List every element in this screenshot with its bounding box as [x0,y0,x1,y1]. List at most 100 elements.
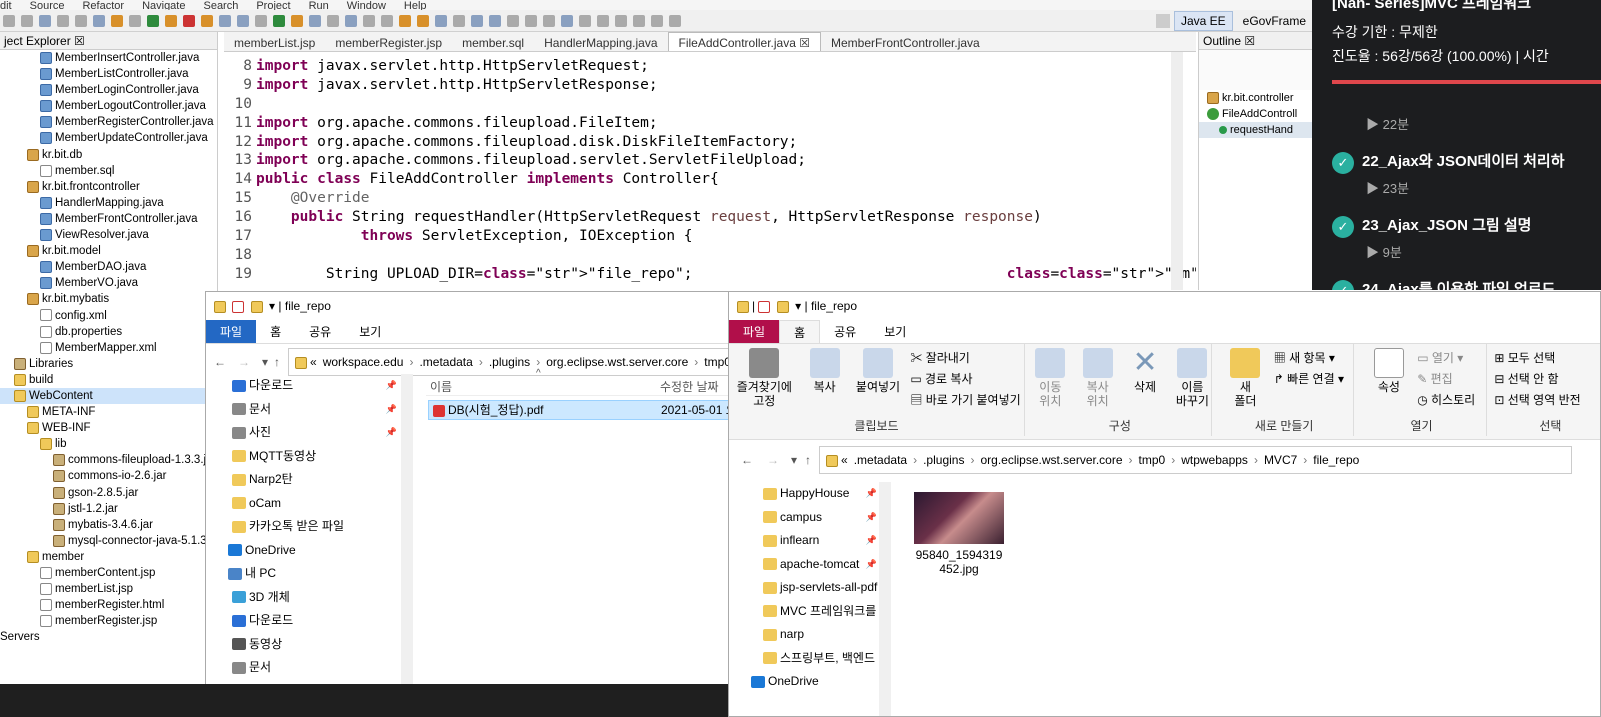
toolbar-button-icon[interactable] [453,15,465,27]
toolbar-button-icon[interactable] [561,15,573,27]
toolbar-button-icon[interactable] [39,15,51,27]
tree-item[interactable]: commons-fileupload-1.3.3.jar [0,452,217,468]
menu-item[interactable]: Refactor [82,1,124,11]
tree-item[interactable]: kr.bit.frontcontroller [0,179,217,195]
toolbar-button-icon[interactable] [435,15,447,27]
tree-item[interactable]: member [0,549,217,565]
tree-item[interactable]: Servers [0,629,217,645]
breadcrumb-item[interactable]: « [841,453,848,467]
paste-button[interactable]: 붙여넣기 [855,348,901,394]
breadcrumb-item[interactable]: org.eclipse.wst.server.core [546,355,688,369]
toolbar-button-icon[interactable] [399,15,411,27]
menu-item[interactable]: Project [256,1,290,11]
tree-item[interactable]: MemberRegisterController.java [0,114,217,130]
new-folder-button[interactable]: 새 폴더 [1226,348,1264,408]
address-bar[interactable]: « .metadata › .plugins › org.eclipse.wst.serv… [819,446,1572,474]
pin-icon[interactable]: 📌 [386,421,397,444]
nav-scrollbar[interactable] [401,374,413,690]
ribbon-tab-view[interactable]: 보기 [870,320,920,343]
menu-item[interactable]: Source [30,1,65,11]
toolbar-button-icon[interactable] [273,15,285,27]
toolbar-button-icon[interactable] [93,15,105,27]
code-line[interactable]: 10 [224,95,1196,114]
outline-item[interactable]: kr.bit.controller [1199,90,1312,106]
chevron-down-icon[interactable]: ▾ [791,453,797,467]
nav-item[interactable]: 동영상 [206,633,401,657]
up-icon[interactable]: ↑ [805,453,811,467]
grid-icon[interactable] [1155,14,1170,28]
ribbon-tab-home[interactable]: 홈 [256,320,295,343]
toolbar-button-icon[interactable] [489,15,501,27]
code-line[interactable]: 17 throws ServletException, IOException … [224,227,1196,246]
history-button[interactable]: ◷ 히스토리 [1413,390,1475,411]
toolbar-button-icon[interactable] [597,15,609,27]
nav-item[interactable]: oCam [206,492,401,516]
tree-item[interactable]: config.xml [0,308,217,324]
pin-icon[interactable]: 📌 [866,553,877,576]
toolbar-button-icon[interactable] [579,15,591,27]
cut-button[interactable]: ✂ 잘라내기 [906,348,1020,369]
outline-item[interactable]: FileAddControll [1199,106,1312,122]
code-line[interactable]: 19 String UPLOAD_DIR=class="str">"file_r… [224,265,1196,284]
nav-item[interactable]: HappyHouse 📌 [729,482,879,506]
nav-item[interactable]: MVC 프레임워크를 [729,600,879,624]
back-icon[interactable]: ← [741,453,753,467]
tree-item[interactable]: kr.bit.db [0,147,217,163]
tree-item[interactable]: memberList.jsp [0,581,217,597]
tree-item[interactable]: gson-2.8.5.jar [0,485,217,501]
dropdown-icon[interactable]: ▾ [269,299,275,313]
tree-item[interactable]: lib [0,436,217,452]
nav-item[interactable]: 문서 📌 [206,398,401,422]
code-line[interactable]: 18 [224,246,1196,265]
editor-scrollbar[interactable] [1171,52,1183,290]
pin-icon[interactable]: 📌 [386,398,397,421]
tree-item[interactable]: commons-io-2.6.jar [0,468,217,484]
toolbar-button-icon[interactable] [669,15,681,27]
nav-item[interactable]: 다운로드 📌 [206,374,401,398]
breadcrumb-item[interactable]: MVC7 [1264,453,1297,467]
nav-item[interactable]: 다운로드 [206,609,401,633]
address-bar[interactable]: « workspace.edu › .metadata › .plugins › org.ec… [288,348,734,376]
nav-item[interactable]: 문서 [206,656,401,680]
breadcrumb-item[interactable]: wtpwebapps [1181,453,1248,467]
nav-item[interactable]: OneDrive [729,670,879,694]
toolbar-button-icon[interactable] [129,15,141,27]
editor-tab[interactable]: FileAddController.java ☒ [667,32,821,51]
menu-item[interactable]: Run [309,1,329,11]
toolbar-button-icon[interactable] [237,15,249,27]
nav-item[interactable]: campus 📌 [729,506,879,530]
lecture-item[interactable]: ✓ 22_Ajax와 JSON데이터 처리하 [1332,150,1565,174]
tree-item[interactable]: memberContent.jsp [0,565,217,581]
tree-item[interactable]: ViewResolver.java [0,227,217,243]
code-line[interactable]: 16 public String requestHandler(HttpServ… [224,208,1196,227]
properties-button[interactable]: 속성 [1370,348,1408,394]
paste-shortcut-button[interactable]: ▤ 바로 가기 붙여넣기 [906,390,1020,411]
nav-item[interactable]: apache-tomcat 📌 [729,553,879,577]
tree-item[interactable]: META-INF [0,404,217,420]
toolbar-button-icon[interactable] [183,15,195,27]
tree-item[interactable]: MemberFrontController.java [0,211,217,227]
properties-icon[interactable] [758,300,771,313]
toolbar-button-icon[interactable] [309,15,321,27]
tree-item[interactable]: member.sql [0,163,217,179]
breadcrumb-item[interactable]: tmp0 [704,355,731,369]
back-icon[interactable]: ← [214,355,226,369]
perspective-java-ee[interactable]: Java EE [1173,11,1233,31]
breadcrumb-item[interactable]: file_repo [1313,453,1359,467]
pin-quick-access-button[interactable]: 즐겨찾기에 고정 [734,348,794,408]
breadcrumb-item[interactable]: .metadata [854,453,907,467]
perspective-egovframe[interactable]: eGovFrame [1237,12,1312,30]
breadcrumb-item[interactable]: .plugins [923,453,964,467]
dropdown-icon[interactable]: ▾ [795,299,801,313]
tree-item[interactable]: kr.bit.model [0,243,217,259]
toolbar-button-icon[interactable] [3,15,15,27]
toolbar-button-icon[interactable] [255,15,267,27]
select-none-button[interactable]: ⊟ 선택 안 함 [1490,369,1600,390]
toolbar-button-icon[interactable] [201,15,213,27]
tree-item[interactable]: HandlerMapping.java [0,195,217,211]
toolbar-button-icon[interactable] [471,15,483,27]
tree-item[interactable]: mysql-connector-java-5.1.31.jar [0,533,217,549]
breadcrumb-item[interactable]: .metadata [419,355,472,369]
breadcrumb-item[interactable]: .plugins [489,355,530,369]
tree-item[interactable]: MemberUpdateController.java [0,130,217,146]
